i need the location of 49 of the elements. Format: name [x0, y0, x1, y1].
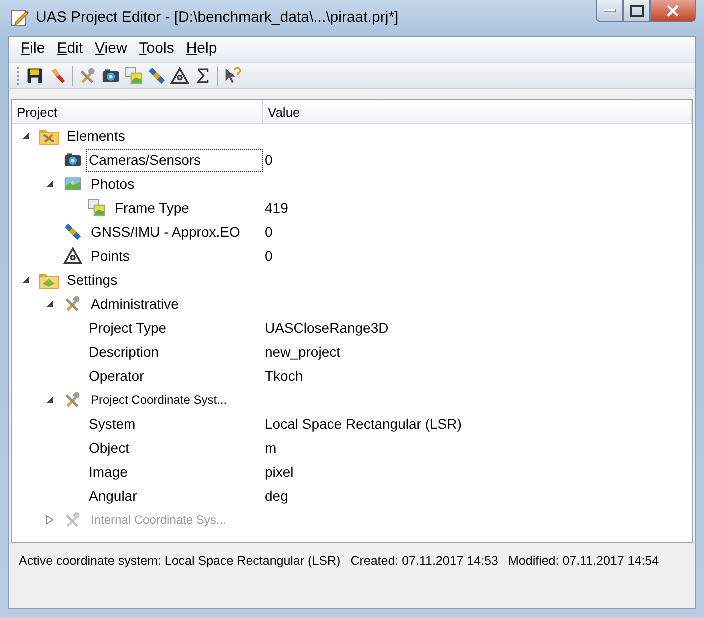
value-cell-text: deg — [264, 486, 288, 506]
maximize-icon — [630, 4, 644, 16]
menu-item[interactable]: Edit — [51, 38, 90, 61]
column-header[interactable]: Value — [263, 100, 692, 123]
tree-item-label[interactable]: System — [86, 412, 139, 436]
minimize-button[interactable] — [596, 0, 623, 22]
tree-item-label[interactable]: GNSS/IMU - Approx.EO — [88, 220, 244, 244]
value-cell-text: Local Space Rectangular (LSR) — [264, 414, 462, 434]
points-icon — [62, 246, 84, 266]
value-cell-text: 0 — [264, 246, 273, 266]
value-cell-text: pixel — [264, 462, 294, 482]
frame-icon — [86, 198, 108, 218]
tree-item-label[interactable]: Image — [86, 460, 131, 484]
close-button[interactable] — [650, 0, 696, 22]
toolbar-grip — [17, 66, 20, 84]
tree-item-label[interactable]: Administrative — [88, 292, 182, 316]
value-cell-text: m — [264, 438, 277, 458]
tree-item-label[interactable]: Settings — [64, 268, 121, 292]
minimize-icon — [604, 8, 616, 12]
window-title: UAS Project Editor - [D:\benchmark_data\...\piraat.prj*] — [36, 8, 399, 28]
value-cell-text: 0 — [264, 150, 273, 170]
tree-item-label[interactable]: Frame Type — [112, 196, 192, 220]
tree-item-label[interactable]: Project Coordinate Syst... — [88, 390, 230, 410]
close-icon — [666, 4, 680, 16]
tree-item-label[interactable]: Cameras/Sensors — [86, 148, 263, 172]
tree-item-label[interactable]: Angular — [86, 484, 140, 508]
tree-item-label[interactable]: Description — [86, 340, 162, 364]
value-cell-text: 419 — [264, 198, 288, 218]
menu-item[interactable]: View — [89, 38, 134, 61]
tree-item-label[interactable]: Operator — [86, 364, 148, 388]
tree-item-label[interactable]: Points — [88, 244, 133, 268]
status-text: Modified: 07.11.2017 14:54 — [508, 553, 660, 570]
value-cell-text: new_project — [264, 342, 340, 362]
value-cell-text: UASCloseRange3D — [264, 318, 389, 338]
tree-item-label[interactable]: Elements — [64, 124, 128, 148]
points-tool-button[interactable] — [169, 65, 190, 86]
status-text: Created: 07.11.2017 14:53 — [350, 553, 498, 570]
value-cell-text: Tkoch — [264, 366, 304, 386]
menu-item[interactable]: Tools — [133, 38, 180, 61]
maximize-button[interactable] — [623, 0, 650, 22]
column-header[interactable]: Project — [12, 100, 263, 123]
app-pencil-icon — [10, 8, 30, 28]
tree-item-label[interactable]: Object — [86, 436, 132, 460]
menu-item[interactable]: Help — [180, 38, 224, 61]
status-text: Active coordinate system: Local Space Rectangular (LSR) — [19, 553, 341, 570]
value-cell-text: 0 — [264, 222, 273, 242]
tree-item-label[interactable]: Photos — [88, 172, 138, 196]
menu-item[interactable]: File — [15, 38, 52, 61]
tree-item-label[interactable]: Project Type — [86, 316, 170, 340]
